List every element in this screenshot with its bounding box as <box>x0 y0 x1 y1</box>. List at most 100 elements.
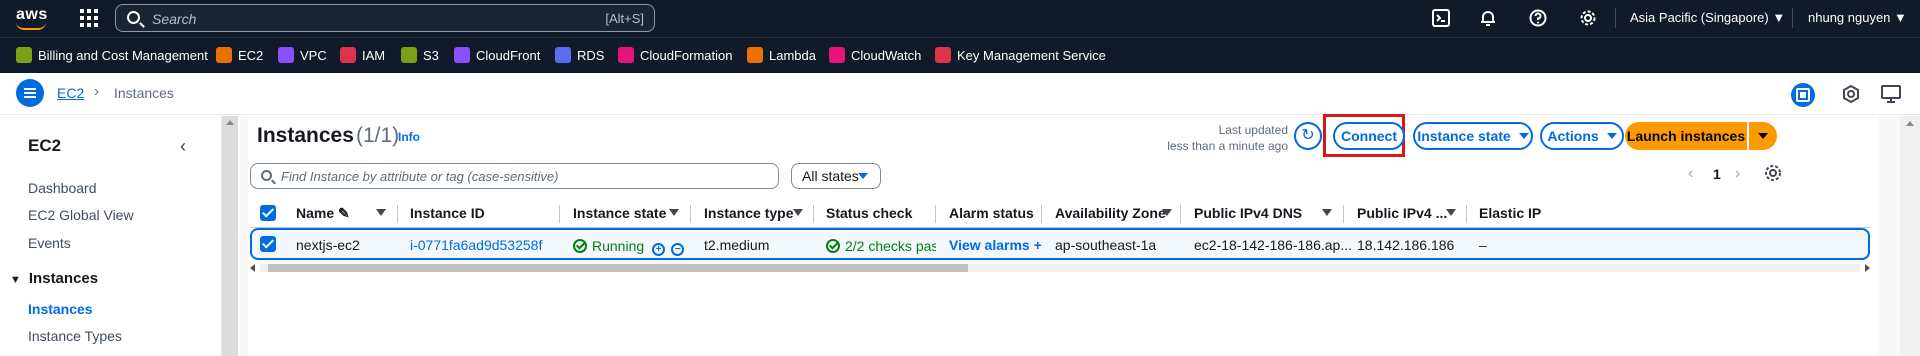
close-sidebar-icon[interactable]: ‹ <box>180 136 186 157</box>
help-icon[interactable] <box>1529 9 1547 27</box>
plus-icon: + <box>1033 237 1042 253</box>
page-scrollbar[interactable] <box>1900 116 1920 356</box>
col-name[interactable]: Name ✎ <box>296 205 350 222</box>
sidebar-section-instances[interactable]: ▼ Instances <box>10 270 98 287</box>
fav-label: Key Management Service <box>957 47 1106 63</box>
col-public-ipv4[interactable]: Public IPv4 ... <box>1357 205 1447 221</box>
table-horizontal-scrollbar[interactable] <box>250 262 1870 274</box>
page-number[interactable]: 1 <box>1713 166 1721 182</box>
col-instance-state[interactable]: Instance state <box>573 205 666 221</box>
next-page-icon[interactable]: › <box>1735 165 1740 183</box>
fav-ec2[interactable]: EC2 <box>216 47 263 63</box>
side-navigation: EC2 ‹ Dashboard EC2 Global View Events ▼… <box>0 116 222 356</box>
scroll-thumb[interactable] <box>268 264 968 272</box>
fav-billing[interactable]: Billing and Cost Management <box>16 47 208 63</box>
divider <box>1466 205 1467 223</box>
table-settings-icon[interactable] <box>1763 163 1785 185</box>
services-grid-icon[interactable] <box>80 9 98 27</box>
zoom-in-icon[interactable]: + <box>652 243 666 256</box>
fav-label: CloudFormation <box>640 47 733 63</box>
scroll-right-arrow-icon[interactable] <box>1865 264 1870 272</box>
col-status-check[interactable]: Status check <box>826 205 912 221</box>
fav-iam[interactable]: IAM <box>340 47 385 63</box>
fav-cloudformation[interactable]: CloudFormation <box>618 47 733 63</box>
launch-instances-button[interactable]: Launch instances <box>1625 122 1747 150</box>
info-link[interactable]: Info <box>398 130 420 144</box>
scroll-up-arrow-icon[interactable] <box>1906 121 1914 126</box>
divider <box>1180 205 1181 223</box>
top-navigation-bar: aws Search [Alt+S] Asia Pacific (Singapo… <box>0 0 1920 37</box>
sort-icon[interactable] <box>793 209 803 216</box>
success-check-icon <box>826 239 840 253</box>
fav-lambda[interactable]: Lambda <box>747 47 816 63</box>
sidebar-item-instances[interactable]: Instances <box>28 301 93 317</box>
sort-icon[interactable] <box>1322 209 1332 216</box>
fav-s3[interactable]: S3 <box>401 47 439 63</box>
sort-icon[interactable] <box>1162 209 1172 216</box>
rds-icon <box>555 47 571 63</box>
side-nav-toggle-button[interactable] <box>16 79 44 107</box>
col-elastic-ip[interactable]: Elastic IP <box>1479 205 1541 221</box>
last-updated-label: Last updated <box>1218 123 1288 137</box>
sidebar-item-global-view[interactable]: EC2 Global View <box>28 207 134 223</box>
breadcrumb-ec2-link[interactable]: EC2 <box>57 85 84 101</box>
col-instance-type[interactable]: Instance type <box>704 205 793 221</box>
search-icon <box>261 170 272 181</box>
fav-label: RDS <box>577 47 605 63</box>
divider <box>1792 8 1793 28</box>
last-updated-value: less than a minute ago <box>1167 139 1288 153</box>
fav-label: Lambda <box>769 47 816 63</box>
scroll-left-arrow-icon[interactable] <box>250 264 255 272</box>
select-all-checkbox[interactable] <box>260 205 276 221</box>
view-alarms-link[interactable]: View alarms + <box>949 237 1042 253</box>
refresh-button[interactable]: ↻ <box>1294 122 1322 150</box>
fav-cloudfront[interactable]: CloudFront <box>454 47 540 63</box>
row-checkbox[interactable] <box>260 236 276 252</box>
region-label: Asia Pacific (Singapore) <box>1630 10 1769 25</box>
fav-kms[interactable]: Key Management Service <box>935 47 1106 63</box>
instance-filter-input[interactable]: Find Instance by attribute or tag (case-… <box>250 163 779 189</box>
sidebar-item-instance-types[interactable]: Instance Types <box>28 328 122 344</box>
col-availability-zone[interactable]: Availability Zone <box>1055 205 1166 221</box>
caret-down-icon: ▼ <box>1772 10 1786 25</box>
caret-down-icon: ▼ <box>1894 10 1907 25</box>
fav-cloudwatch[interactable]: CloudWatch <box>829 47 921 63</box>
refresh-icon: ↻ <box>1301 127 1315 144</box>
actions-label: Actions <box>1547 128 1599 144</box>
instance-state-button[interactable]: Instance state <box>1413 122 1533 150</box>
settings-gear-icon[interactable] <box>1579 9 1597 27</box>
connect-button[interactable]: Connect <box>1333 122 1405 150</box>
scroll-up-arrow-icon[interactable] <box>226 120 234 125</box>
actions-button[interactable]: Actions <box>1540 122 1624 150</box>
kms-icon <box>935 47 951 63</box>
sidebar-item-dashboard[interactable]: Dashboard <box>28 180 97 196</box>
fav-rds[interactable]: RDS <box>555 47 604 63</box>
launch-dropdown-button[interactable] <box>1749 122 1777 150</box>
chevron-right-icon: › <box>94 83 99 100</box>
cloudshell-icon[interactable] <box>1432 9 1450 27</box>
table-row[interactable]: nextjs-ec2 i-0771fa6ad9d53258f Running + −… <box>250 228 1870 260</box>
prev-page-icon[interactable]: ‹ <box>1688 165 1693 183</box>
col-instance-id[interactable]: Instance ID <box>410 205 485 221</box>
sort-icon[interactable] <box>376 209 386 216</box>
main-content: Instances (1/1) Info Last updated less t… <box>240 114 1920 356</box>
col-public-dns[interactable]: Public IPv4 DNS <box>1194 205 1302 221</box>
feedback-icon[interactable] <box>1840 83 1862 105</box>
sort-icon[interactable] <box>669 209 679 216</box>
account-menu[interactable]: nhung nguyen ▼ <box>1808 10 1907 25</box>
zoom-out-icon[interactable]: − <box>671 243 685 256</box>
fav-vpc[interactable]: VPC <box>278 47 327 63</box>
states-select[interactable]: All states <box>791 163 881 189</box>
divider <box>813 205 814 223</box>
panel-toggle-icon[interactable] <box>1791 83 1815 107</box>
sort-icon[interactable] <box>1446 209 1456 216</box>
monitor-icon[interactable] <box>1880 83 1902 105</box>
aws-logo[interactable]: aws <box>16 6 48 30</box>
search-input[interactable]: Search [Alt+S] <box>115 4 655 32</box>
notifications-bell-icon[interactable] <box>1479 9 1497 27</box>
col-alarm-status[interactable]: Alarm status <box>949 205 1034 221</box>
sidebar-scrollbar[interactable] <box>222 116 238 356</box>
region-selector[interactable]: Asia Pacific (Singapore) ▼ <box>1630 10 1785 25</box>
cell-instance-id-link[interactable]: i-0771fa6ad9d53258f <box>410 237 542 253</box>
sidebar-item-events[interactable]: Events <box>28 235 71 251</box>
